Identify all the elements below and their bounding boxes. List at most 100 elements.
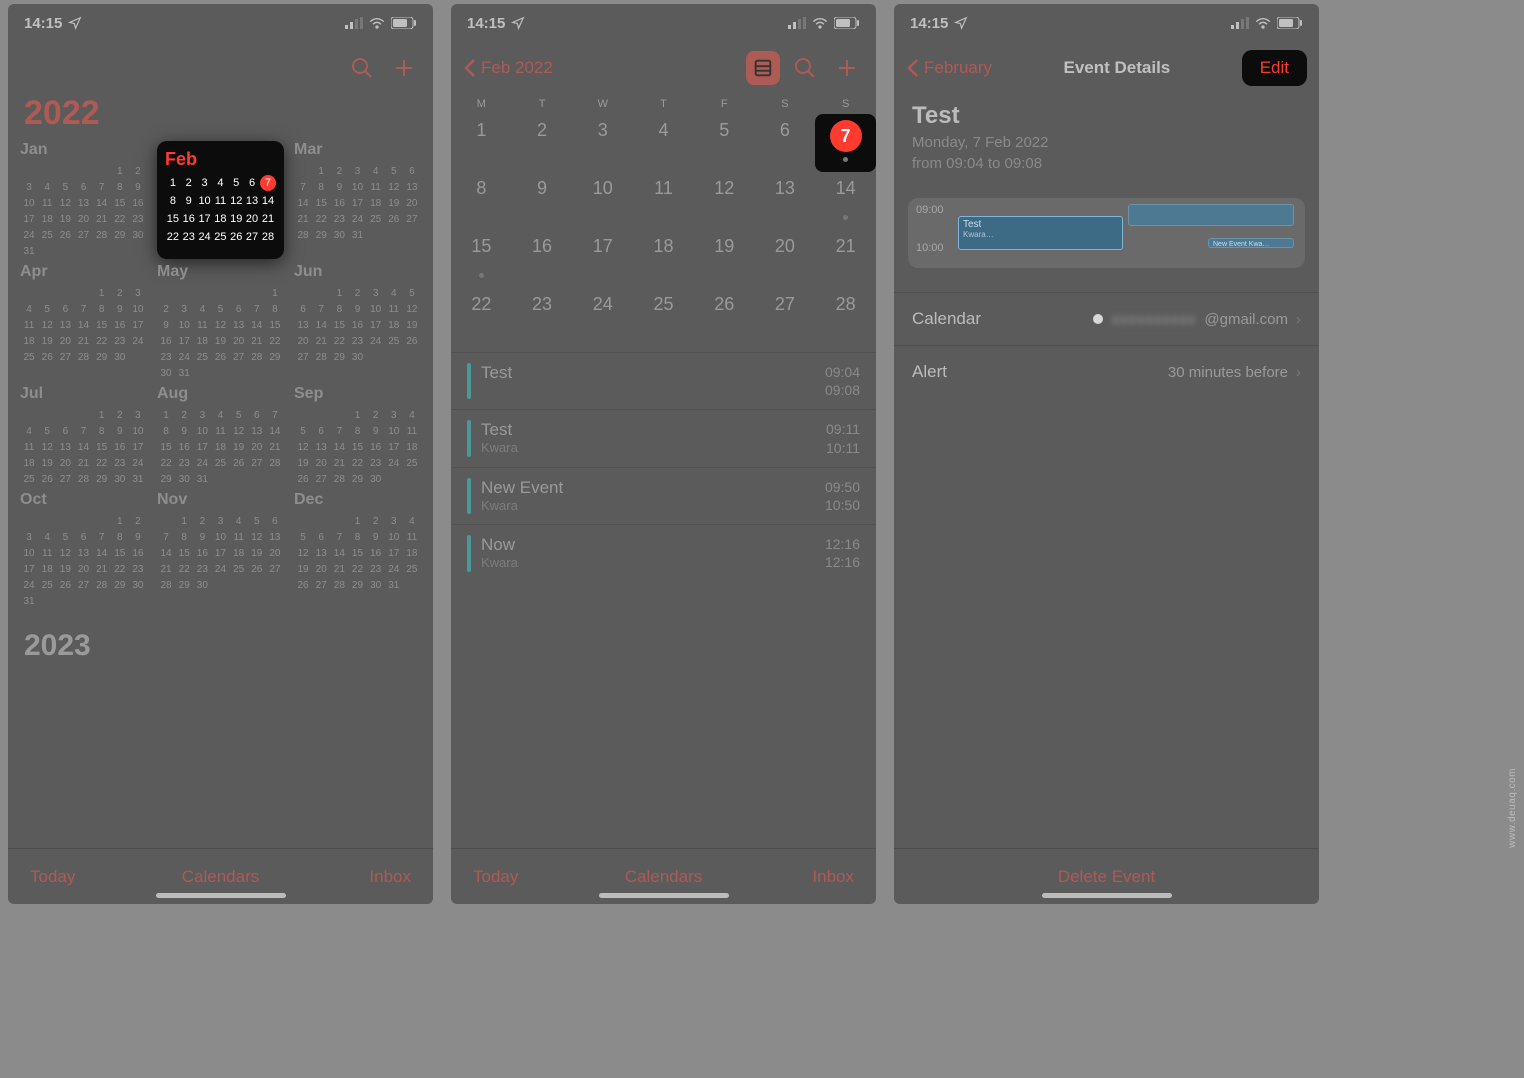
day-cell[interactable]: 5	[694, 114, 755, 172]
mini-month-feb[interactable]: Feb1234567891011121314151617181920212223…	[157, 141, 284, 259]
day-cell[interactable]: 1	[451, 114, 512, 172]
back-label: February	[924, 58, 992, 78]
event-list: Test09:0409:08TestKwara09:1110:11New Eve…	[451, 352, 876, 582]
day-cell[interactable]: 2	[512, 114, 573, 172]
nav-bar	[8, 42, 433, 94]
list-toggle-button[interactable]	[746, 51, 780, 85]
mini-month-jul[interactable]: Jul1234567891011121314151617181920212223…	[20, 385, 147, 487]
event-date: Monday, 7 Feb 2022	[894, 132, 1319, 153]
wifi-icon	[812, 17, 828, 29]
nav-bar: February Event Details Edit	[894, 42, 1319, 94]
day-cell[interactable]: 12	[694, 172, 755, 230]
day-cell[interactable]: 22	[451, 288, 512, 346]
day-cell[interactable]: 25	[633, 288, 694, 346]
home-indicator[interactable]	[599, 893, 729, 898]
day-cell[interactable]: 19	[694, 230, 755, 288]
home-indicator[interactable]	[1042, 893, 1172, 898]
day-cell[interactable]: 16	[512, 230, 573, 288]
edit-button[interactable]: Edit	[1242, 50, 1307, 86]
home-indicator[interactable]	[156, 893, 286, 898]
back-button[interactable]: Feb 2022	[463, 58, 553, 78]
event-time: from 09:04 to 09:08	[894, 153, 1319, 174]
month-grid[interactable]: 1234567891011121314151617181920212223242…	[451, 114, 876, 346]
status-time: 14:15	[910, 15, 948, 32]
chevron-left-icon	[906, 58, 920, 78]
day-cell[interactable]: 14	[815, 172, 876, 230]
search-icon	[350, 56, 374, 80]
event-color-bar	[467, 363, 471, 399]
chevron-left-icon	[463, 58, 477, 78]
day-cell[interactable]: 13	[755, 172, 816, 230]
chevron-right-icon: ›	[1296, 364, 1301, 381]
mini-month-jan[interactable]: Jan1234567891011121314151617181920212223…	[20, 141, 147, 259]
plus-icon	[835, 56, 859, 80]
event-row[interactable]: New EventKwara09:5010:50	[451, 467, 876, 524]
day-cell[interactable]: 21	[815, 230, 876, 288]
signal-icon	[788, 17, 806, 29]
mini-month-nov[interactable]: Nov1234567891011121314151617181920212223…	[157, 491, 284, 609]
add-button[interactable]	[830, 51, 864, 85]
day-cell[interactable]: 24	[572, 288, 633, 346]
battery-icon	[1277, 17, 1303, 29]
day-cell[interactable]: 11	[633, 172, 694, 230]
add-button[interactable]	[387, 51, 421, 85]
mini-month-aug[interactable]: Aug1234567891011121314151617181920212223…	[157, 385, 284, 487]
year-month-grid[interactable]: Jan1234567891011121314151617181920212223…	[8, 141, 433, 609]
alert-value: 30 minutes before	[1168, 364, 1288, 381]
day-cell[interactable]: 20	[755, 230, 816, 288]
status-bar: 14:15	[8, 4, 433, 42]
calendar-account-blurred: xxxxxxxxxx	[1111, 311, 1196, 328]
day-cell[interactable]: 26	[694, 288, 755, 346]
day-cell[interactable]: 9	[512, 172, 573, 230]
calendar-row[interactable]: Calendar xxxxxxxxxx @gmail.com ›	[894, 292, 1319, 345]
list-icon	[752, 57, 774, 79]
mini-month-jun[interactable]: Jun1234567891011121314151617181920212223…	[294, 263, 421, 381]
day-cell[interactable]: 7	[815, 114, 876, 172]
location-icon	[511, 16, 525, 30]
mini-month-mar[interactable]: Mar1234567891011121314151617181920212223…	[294, 141, 421, 259]
alert-row[interactable]: Alert 30 minutes before ›	[894, 345, 1319, 398]
event-color-bar	[467, 535, 471, 571]
day-cell[interactable]: 8	[451, 172, 512, 230]
mini-month-apr[interactable]: Apr1234567891011121314151617181920212223…	[20, 263, 147, 381]
event-row[interactable]: Test09:0409:08	[451, 352, 876, 409]
screen-event-details: 14:15 February Event Details Edit Test M…	[894, 4, 1319, 904]
next-year-title: 2023	[8, 609, 433, 671]
mini-month-dec[interactable]: Dec1234567891011121314151617181920212223…	[294, 491, 421, 609]
back-label: Feb 2022	[481, 58, 553, 78]
calendar-color-dot	[1093, 314, 1103, 324]
location-icon	[954, 16, 968, 30]
timeline-preview[interactable]: 09:0010:00TestKwara…New Event Kwa…	[908, 198, 1305, 268]
calendars-button[interactable]: Calendars	[451, 867, 876, 887]
day-cell[interactable]: 27	[755, 288, 816, 346]
plus-icon	[392, 56, 416, 80]
event-row[interactable]: TestKwara09:1110:11	[451, 409, 876, 466]
battery-icon	[834, 17, 860, 29]
day-cell[interactable]: 18	[633, 230, 694, 288]
search-button[interactable]	[788, 51, 822, 85]
signal-icon	[1231, 17, 1249, 29]
day-cell[interactable]: 3	[572, 114, 633, 172]
status-time: 14:15	[24, 15, 62, 32]
mini-month-may[interactable]: May1234567891011121314151617181920212223…	[157, 263, 284, 381]
calendars-button[interactable]: Calendars	[8, 867, 433, 887]
event-row[interactable]: NowKwara12:1612:16	[451, 524, 876, 581]
day-cell[interactable]: 10	[572, 172, 633, 230]
day-cell[interactable]: 17	[572, 230, 633, 288]
nav-title: Event Details	[1000, 58, 1234, 78]
status-bar: 14:15	[894, 4, 1319, 42]
location-icon	[68, 16, 82, 30]
day-cell[interactable]: 4	[633, 114, 694, 172]
mini-month-sep[interactable]: Sep1234567891011121314151617181920212223…	[294, 385, 421, 487]
battery-icon	[391, 17, 417, 29]
day-cell[interactable]: 23	[512, 288, 573, 346]
nav-bar: Feb 2022	[451, 42, 876, 94]
day-cell[interactable]: 15	[451, 230, 512, 288]
back-button[interactable]: February	[906, 58, 992, 78]
day-of-week-header: MTWTFSS	[451, 94, 876, 114]
search-button[interactable]	[345, 51, 379, 85]
event-color-bar	[467, 478, 471, 514]
day-cell[interactable]: 28	[815, 288, 876, 346]
day-cell[interactable]: 6	[755, 114, 816, 172]
mini-month-oct[interactable]: Oct1234567891011121314151617181920212223…	[20, 491, 147, 609]
